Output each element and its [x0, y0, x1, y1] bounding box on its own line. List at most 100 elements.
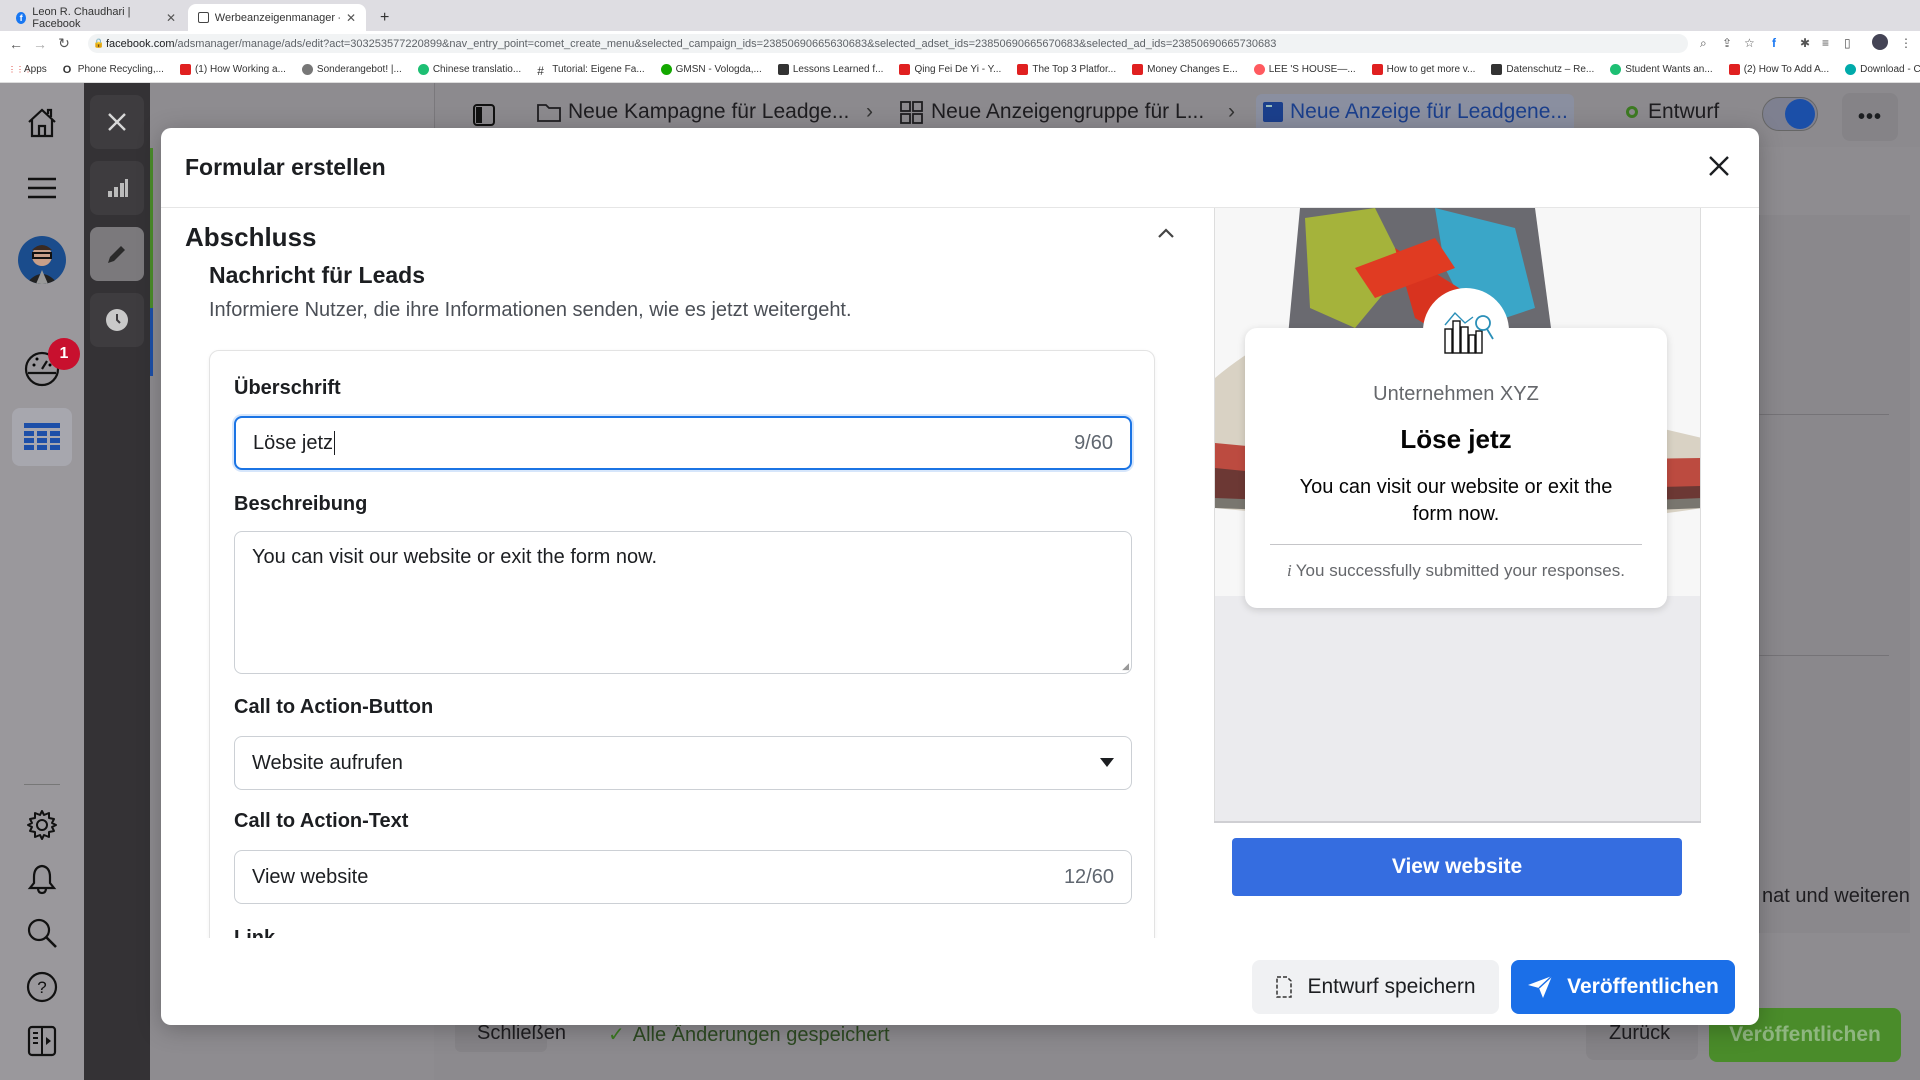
- settings-icon[interactable]: [22, 805, 62, 845]
- bell-icon[interactable]: [22, 859, 62, 899]
- headline-input[interactable]: Löse jetz 9/60: [234, 416, 1132, 470]
- bookmarks-bar: ⋮⋮⋮ Apps O Phone Recycling,... (1) How Worki…: [0, 56, 1920, 83]
- youtube-icon: [179, 63, 191, 75]
- preview-headline: Löse jetz: [1400, 424, 1512, 454]
- avatar[interactable]: [18, 236, 66, 284]
- cta-text-input[interactable]: View website 12/60: [234, 850, 1132, 904]
- breadcrumb-label: Neue Anzeige für Leadgene...: [1290, 100, 1568, 123]
- saved-status: ✓ Alle Änderungen gespeichert: [608, 1022, 890, 1047]
- airbnb-icon: [1253, 63, 1265, 75]
- bookmark-item[interactable]: Sonderangebot! |...: [294, 63, 410, 75]
- caret-down-icon: [1100, 758, 1114, 767]
- bookmark-item[interactable]: LEE 'S HOUSE—...: [1246, 63, 1364, 75]
- star-icon[interactable]: ☆: [1744, 36, 1755, 50]
- status-badge: Entwurf: [1626, 100, 1719, 124]
- insights-button[interactable]: [90, 161, 144, 215]
- zoom-icon[interactable]: ⌕: [1700, 36, 1707, 51]
- search-icon[interactable]: [22, 913, 62, 953]
- bookmark-item[interactable]: Download - Cooki...: [1837, 63, 1920, 75]
- breadcrumb-adset[interactable]: Neue Anzeigengruppe für L...: [899, 100, 1204, 124]
- bookmark-label: LEE 'S HOUSE—...: [1268, 63, 1356, 75]
- more-options-button[interactable]: •••: [1842, 93, 1898, 141]
- breadcrumb-label: Neue Kampagne für Leadge...: [568, 100, 850, 123]
- cta-button-label: Call to Action-Button: [234, 696, 434, 718]
- menu-icon[interactable]: [22, 168, 62, 208]
- help-icon[interactable]: ?: [22, 967, 62, 1007]
- profile-avatar[interactable]: [1872, 34, 1888, 50]
- back-button[interactable]: Zurück: [1609, 1022, 1670, 1045]
- description-textarea[interactable]: You can visit our website or exit the fo…: [234, 531, 1132, 674]
- reload-icon[interactable]: ↻: [54, 35, 74, 52]
- breadcrumb-campaign[interactable]: Neue Kampagne für Leadge...: [536, 100, 849, 124]
- close-button[interactable]: Schließen: [477, 1022, 566, 1045]
- browser-menu-icon[interactable]: ⋮: [1900, 36, 1912, 50]
- section-title: Abschluss: [185, 222, 317, 252]
- toggle-knob: [1785, 99, 1815, 129]
- bookmark-item[interactable]: How to get more v...: [1364, 63, 1484, 75]
- cta-text-value: View website: [252, 865, 369, 888]
- bookmark-item[interactable]: (1) How Working a...: [172, 63, 294, 75]
- sidepanel-icon[interactable]: ▯: [1844, 36, 1851, 50]
- preview-view-website-button[interactable]: View website: [1232, 838, 1682, 896]
- collapse-section-button[interactable]: [1156, 226, 1180, 250]
- home-icon[interactable]: [22, 103, 62, 143]
- modal-title: Formular erstellen: [185, 154, 386, 180]
- tab-label: Werbeanzeigenmanager - Wer: [214, 11, 340, 24]
- svg-text:?: ?: [37, 978, 46, 997]
- breadcrumb-ad[interactable]: Neue Anzeige für Leadgene...: [1262, 100, 1568, 124]
- bookmark-label: Qing Fei De Yi - Y...: [914, 63, 1002, 75]
- back-icon[interactable]: ←: [6, 36, 26, 52]
- url-input[interactable]: 🔒 facebook.com/adsmanager/manage/ads/edi…: [88, 34, 1688, 53]
- bookmark-label: The Top 3 Platfor...: [1032, 63, 1117, 75]
- close-tab-icon[interactable]: ✕: [346, 11, 356, 25]
- share-icon[interactable]: ⇪: [1722, 36, 1732, 50]
- ad-toggle[interactable]: [1762, 97, 1818, 131]
- breadcrumb-separator-icon: ›: [866, 100, 873, 123]
- apps-grid-icon: ⋮⋮⋮: [8, 64, 32, 74]
- bookmark-item[interactable]: O Phone Recycling,...: [55, 64, 172, 76]
- progress-green-indicator: [150, 148, 153, 308]
- bookmark-item[interactable]: (2) How To Add A...: [1721, 63, 1837, 75]
- bookmark-item[interactable]: Money Changes E...: [1124, 63, 1246, 75]
- bookmark-item[interactable]: Student Wants an...: [1602, 63, 1720, 75]
- facebook-extension-icon[interactable]: f: [1772, 36, 1776, 50]
- reading-list-icon[interactable]: ≡: [1822, 36, 1829, 50]
- extensions-icon[interactable]: ✱: [1800, 36, 1810, 50]
- bookmark-item[interactable]: Chinese translatio...: [410, 63, 529, 75]
- bookmark-item[interactable]: Lessons Learned f...: [770, 63, 892, 75]
- headline-value: Löse jetz: [253, 431, 334, 454]
- new-tab-button[interactable]: +: [370, 4, 399, 31]
- cta-button-select[interactable]: Website aufrufen: [234, 736, 1132, 790]
- close-icon: [108, 113, 126, 131]
- check-circle-icon: [301, 63, 313, 75]
- close-tab-icon[interactable]: ✕: [166, 11, 176, 25]
- bookmark-item[interactable]: Datenschutz – Re...: [1483, 63, 1602, 75]
- tab-adsmanager[interactable]: Werbeanzeigenmanager - Wer ✕: [188, 4, 366, 31]
- bookmark-item[interactable]: The Top 3 Platfor...: [1009, 63, 1124, 75]
- youtube-icon: [1728, 63, 1740, 75]
- youtube-icon: [899, 63, 911, 75]
- preview-bottom-area: [1215, 596, 1700, 822]
- save-draft-button[interactable]: Entwurf speichern: [1252, 960, 1499, 1014]
- resize-handle-icon[interactable]: ◢: [1122, 661, 1129, 672]
- bar-chart-icon: [108, 179, 128, 197]
- modal-close-button[interactable]: [1701, 148, 1737, 184]
- bookmark-item[interactable]: GMSN - Vologda,...: [653, 63, 770, 75]
- grid-table-icon[interactable]: [12, 408, 72, 466]
- publish-button[interactable]: Veröffentlichen: [1511, 960, 1735, 1014]
- sidebar-toggle-icon[interactable]: [470, 101, 498, 129]
- bookmark-item[interactable]: ⋮⋮⋮ Apps: [0, 64, 55, 75]
- history-button[interactable]: [90, 293, 144, 347]
- forward-icon[interactable]: →: [30, 36, 50, 52]
- panel-toggle-icon[interactable]: [22, 1021, 62, 1061]
- headline-char-count: 9/60: [1074, 431, 1113, 454]
- edit-button[interactable]: [90, 227, 144, 281]
- lock-icon: 🔒: [93, 38, 105, 48]
- tab-facebook[interactable]: f Leon R. Chaudhari | Facebook ✕: [6, 4, 186, 31]
- close-icon: [1709, 156, 1729, 176]
- bookmark-item[interactable]: # Tutorial: Eigene Fa...: [529, 64, 652, 78]
- bookmark-item[interactable]: Qing Fei De Yi - Y...: [891, 63, 1009, 75]
- close-editor-button[interactable]: [90, 95, 144, 149]
- preview-card: Unternehmen XYZ Löse jetz You can visit …: [1245, 288, 1667, 608]
- publish-label: Veröffentlichen: [1567, 975, 1719, 998]
